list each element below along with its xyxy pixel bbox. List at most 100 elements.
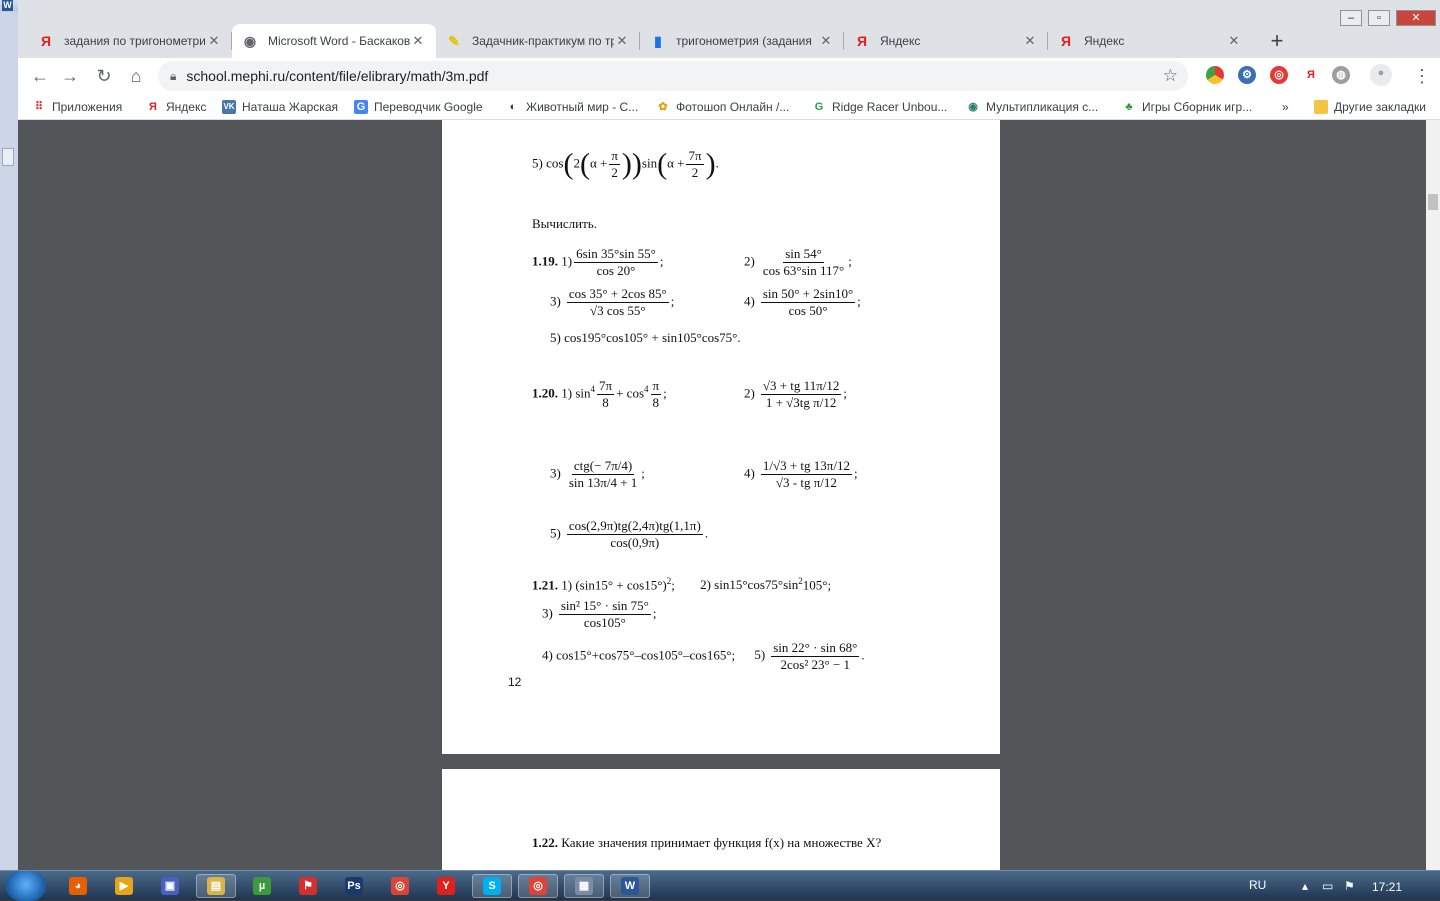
bookmark-label: Яндекс (166, 100, 207, 114)
math-text: ; (853, 465, 858, 481)
numerator: cos(2,9π)tg(2,4π)tg(1,1π) (566, 518, 703, 535)
fraction: sin 54° cos 63°sin 117° (761, 246, 846, 279)
calculator-taskbar-button[interactable]: ▦ (564, 874, 604, 898)
minimize-button[interactable]: – (1340, 10, 1362, 26)
tab-zadachnik-praktikum[interactable]: ✎ Задачник-практикум по три ✕ (436, 24, 640, 58)
word-taskbar-button[interactable]: W (610, 874, 650, 898)
globe-icon: ◉ (243, 32, 257, 49)
start-button[interactable] (6, 871, 46, 901)
tab-trigonometriya-zadaniya[interactable]: ▮ тригонометрия (задания ✕ (640, 24, 844, 58)
item-number: 5) (754, 647, 766, 663)
bookmark-yandex[interactable]: Я Яндекс (146, 98, 206, 116)
reload-icon[interactable]: ↻ (90, 62, 118, 90)
extension-globe-icon[interactable]: ◍ (1332, 66, 1350, 84)
item-number: 4) (744, 465, 755, 481)
bookmarks-overflow-button[interactable]: » (1282, 98, 1289, 116)
flag-icon[interactable]: ⚑ (1344, 879, 1355, 893)
bookmark-multiplication[interactable]: ◉ Мультипликация с... (966, 98, 1098, 116)
tab-zadaniya-trigonometry[interactable]: Я задания по тригонометрии ✕ (28, 24, 232, 58)
close-icon[interactable]: ✕ (614, 33, 630, 49)
word-logo-icon: W (2, 0, 13, 11)
pdf-page-next: 1.22. Какие значения принимает функция f… (442, 769, 1000, 870)
close-icon[interactable]: ✕ (818, 33, 834, 49)
page-number: 12 (508, 675, 522, 689)
tab-microsoft-word-baskakov[interactable]: ◉ Microsoft Word - Баскаков ✕ (232, 24, 436, 58)
media-player-taskbar-icon: ▶ (115, 877, 133, 895)
denominator: 2 (611, 165, 618, 180)
bookmark-label: Игры Сборник игр... (1142, 100, 1253, 114)
numerator: cos 35° + 2cos 85° (566, 286, 669, 303)
bookmark-star-icon[interactable]: ☆ (1163, 66, 1178, 86)
apps-grid-icon: ⠿ (34, 101, 44, 113)
bookmark-google-translate[interactable]: G Переводчик Google (354, 98, 483, 116)
scrollbar-thumb[interactable] (1428, 194, 1438, 210)
math-text: 4) cos15°+cos75°–cos105°–cos165°; (542, 647, 736, 663)
explorer-taskbar-button[interactable]: ▤ (196, 874, 236, 898)
yandex-browser-taskbar-button[interactable]: Y (426, 874, 466, 898)
problem-text: Какие значения принимает функция f(x) на… (561, 835, 882, 850)
clock[interactable]: 17:21 (1372, 880, 1402, 894)
tab-title: Задачник-практикум по три (472, 34, 614, 48)
utorrent-taskbar-icon: µ (253, 877, 271, 895)
maximize-button[interactable]: ▫ (1368, 10, 1390, 26)
denominator: cos(0,9π) (610, 535, 660, 550)
bookmark-natasha[interactable]: VK Наташа Жарская (222, 98, 338, 116)
problem-1-19-item-2: 2) sin 54° cos 63°sin 117°; (744, 246, 852, 279)
close-icon[interactable]: ✕ (1226, 33, 1242, 49)
extension-gear-icon[interactable]: ⚙ (1238, 66, 1256, 84)
chrome-taskbar-button[interactable]: ◎ (380, 874, 420, 898)
menu-kebab-icon[interactable]: ⋮ (1408, 62, 1436, 90)
math-text: 1) (sin15° + cos15°) (561, 577, 667, 593)
tab-yandex-1[interactable]: Я Яндекс ✕ (844, 24, 1048, 58)
bookmark-apps[interactable]: ⠿ Приложения (32, 98, 122, 116)
problem-1-20-item-3: 3) ctg(− 7π/4) sin 13π/4 + 1; (550, 458, 645, 491)
bookmark-ridge-racer[interactable]: G Ridge Racer Unbou... (812, 98, 948, 116)
pdf-viewer[interactable]: 5) cos(2(α + π 2))sin(α +7π 2). Вычислить. … (18, 120, 1440, 870)
utorrent-taskbar-button[interactable]: µ (242, 874, 282, 898)
firefox-taskbar-button[interactable]: ◕ (58, 874, 98, 898)
address-bar[interactable]: 🔒︎ school.mephi.ru/content/file/elibrary… (158, 61, 1188, 91)
math-text: . (704, 525, 709, 541)
yandex-extension-icon[interactable]: Я (1302, 66, 1320, 84)
profile-avatar-icon[interactable]: ● (1370, 64, 1392, 86)
denominator: 8 (652, 395, 660, 410)
problem-1-19-item-1: 1.19. 1) 6sin 35°sin 55° cos 20°; (532, 246, 663, 279)
browser-toolbar: ← → ↻ ⌂ 🔒︎ school.mephi.ru/content/file/… (18, 58, 1440, 94)
network-icon[interactable]: ▭ (1322, 879, 1333, 893)
fraction: cos 35° + 2cos 85° √3 cos 55° (566, 286, 669, 319)
denominator: 1 + √3tg π/12 (765, 395, 837, 410)
other-bookmarks[interactable]: Другие закладки (1314, 98, 1426, 116)
fraction: π8 (650, 378, 662, 411)
save-app-taskbar-button[interactable]: ▣ (150, 874, 190, 898)
close-icon[interactable]: ✕ (206, 33, 222, 49)
chrome-active-taskbar-button[interactable]: ◎ (518, 874, 558, 898)
denominator: cos105° (583, 615, 626, 630)
numerator: ctg(− 7π/4) (571, 458, 635, 475)
globe-icon: ◉ (968, 101, 978, 113)
photoshop-taskbar-button[interactable]: Ps (334, 874, 374, 898)
bookmark-photoshop-online[interactable]: ✿ Фотошоп Онлайн /... (656, 98, 789, 116)
language-indicator[interactable]: RU (1249, 878, 1266, 892)
close-icon[interactable]: ✕ (410, 33, 426, 49)
window-close-button[interactable]: ✕ (1396, 10, 1436, 26)
tab-yandex-2[interactable]: Я Яндекс ✕ (1048, 24, 1252, 58)
vertical-scrollbar[interactable] (1426, 120, 1440, 870)
word-taskbar-icon: W (621, 877, 639, 895)
home-icon[interactable]: ⌂ (122, 62, 150, 90)
acrobat-taskbar-button[interactable]: ⚑ (288, 874, 328, 898)
extension-target-icon[interactable]: ◎ (1270, 66, 1288, 84)
tray-up-arrow-icon[interactable]: ▴ (1302, 879, 1308, 893)
math-text: + cos (616, 385, 645, 401)
skype-taskbar-button[interactable]: S (472, 874, 512, 898)
close-icon[interactable]: ✕ (1022, 33, 1038, 49)
bookmark-animal-world[interactable]: ◐ Животный мир - С... (506, 98, 639, 116)
back-arrow-icon[interactable]: ← (26, 62, 54, 90)
fraction: cos(2,9π)tg(2,4π)tg(1,1π) cos(0,9π) (566, 518, 703, 551)
extension-color-icon[interactable] (1206, 66, 1224, 84)
word-window-edge (0, 12, 18, 870)
forward-arrow-icon[interactable]: → (56, 62, 84, 90)
bookmark-games[interactable]: ♣ Игры Сборник игр... (1122, 98, 1252, 116)
problem-label: 1.20. (532, 385, 558, 401)
new-tab-button[interactable]: + (1263, 28, 1291, 56)
media-player-taskbar-button[interactable]: ▶ (104, 874, 144, 898)
